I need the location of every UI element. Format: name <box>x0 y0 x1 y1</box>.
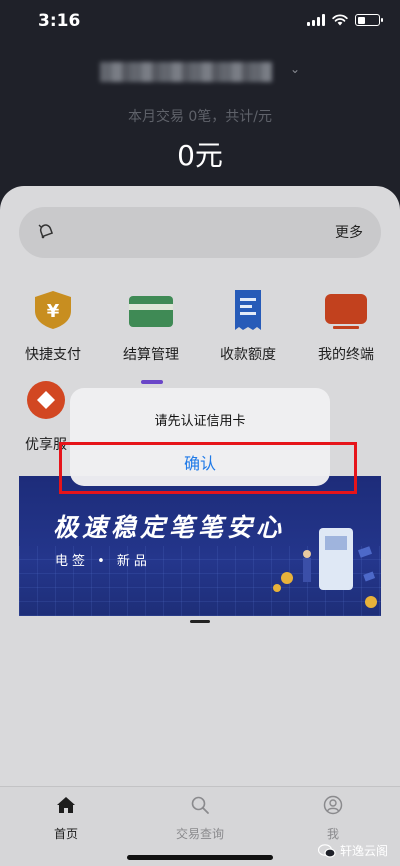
tab-label: 我 <box>326 827 339 841</box>
svg-text:¥: ¥ <box>47 301 60 322</box>
tab-me[interactable]: 我 <box>288 795 378 842</box>
dialog-message: 请先认证信用卡 <box>154 414 246 429</box>
terminal-icon <box>325 294 367 329</box>
chevron-down-icon: ⌄ <box>290 62 301 76</box>
watermark-text: 轩逸云阁 <box>339 844 388 858</box>
grid-item-quota[interactable]: 收款额度 <box>204 290 292 364</box>
bell-icon <box>38 224 54 239</box>
bank-card-icon <box>129 296 173 327</box>
wifi-icon <box>332 14 348 26</box>
grid-item-settlement[interactable]: 结算管理 <box>107 290 195 364</box>
grid-label: 快捷支付 <box>25 347 81 363</box>
grid-item-terminal[interactable]: 我的终端 <box>302 290 390 364</box>
search-icon <box>191 796 209 814</box>
grid-label: 我的终端 <box>318 347 374 363</box>
wechat-icon <box>317 843 336 858</box>
tab-label: 交易查询 <box>175 827 224 841</box>
user-icon <box>323 795 343 815</box>
merchant-name-blurred <box>100 62 272 82</box>
battery-icon <box>355 14 383 26</box>
watermark: 轩逸云阁 <box>317 842 388 859</box>
banner-subtitle: 电签 • 新品 <box>55 554 151 569</box>
grid-label: 收款额度 <box>220 347 276 363</box>
receipt-icon <box>235 290 261 330</box>
highlight-annotation <box>59 442 357 494</box>
grid-item-quick-pay[interactable]: ¥ 快捷支付 <box>9 290 97 364</box>
tab-home[interactable]: 首页 <box>21 795 111 842</box>
status-time: 3:16 <box>38 11 81 31</box>
diamond-icon <box>27 381 65 419</box>
promo-banner[interactable]: 极速稳定笔笔安心 电签 • 新品 <box>19 476 381 616</box>
status-bar: 3:16 <box>0 0 400 44</box>
merchant-selector[interactable]: ⌄ <box>0 58 400 86</box>
tab-label: 首页 <box>53 827 78 841</box>
status-icons <box>307 14 383 26</box>
tab-transactions[interactable]: 交易查询 <box>155 795 245 842</box>
partial-icon-top <box>141 380 163 384</box>
month-summary: 本月交易 0笔，共计/元 <box>127 109 273 125</box>
signal-icon <box>307 14 325 26</box>
yuan-shield-icon: ¥ <box>35 291 71 329</box>
more-link[interactable]: 更多 <box>335 222 363 242</box>
banner-title: 极速稳定笔笔安心 <box>53 513 286 542</box>
home-indicator <box>127 855 273 860</box>
banner-page-indicator <box>190 620 210 623</box>
home-icon <box>57 797 75 813</box>
notice-bar[interactable]: 更多 <box>19 207 381 258</box>
month-total: 0元 <box>177 139 223 172</box>
grid-label: 结算管理 <box>123 347 179 363</box>
